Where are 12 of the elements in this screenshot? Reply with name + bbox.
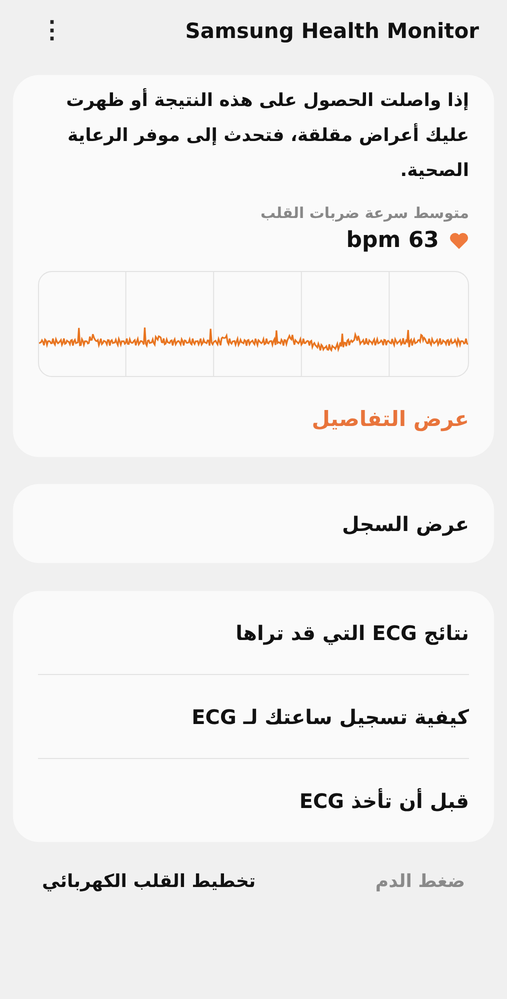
history-card[interactable]: عرض السجل (13, 484, 494, 563)
heart-icon (449, 232, 469, 250)
bottom-tab[interactable]: تخطيط القلب الكهربائي (42, 870, 256, 892)
app-title: Samsung Health Monitor (185, 19, 479, 43)
info-item[interactable]: كيفية تسجيل ساعتك لـ ECG (192, 704, 469, 728)
info-item[interactable]: قبل أن تأخذ ECG (299, 788, 469, 812)
heart-rate-label: متوسط سرعة ضربات القلب (260, 204, 469, 222)
more-options-button[interactable]: ⋮ (36, 19, 68, 43)
result-message: إذا واصلت الحصول على هذه النتيجة أو ظهرت عليك أعراض مقلقة، فتحدث إلى موفر الرعاية الصحية. (65, 87, 469, 183)
history-label: عرض السجل (342, 512, 469, 536)
heart-rate-value: bpm 63 (346, 228, 439, 253)
info-item[interactable]: نتائج ECG التي قد تراها (236, 620, 469, 644)
